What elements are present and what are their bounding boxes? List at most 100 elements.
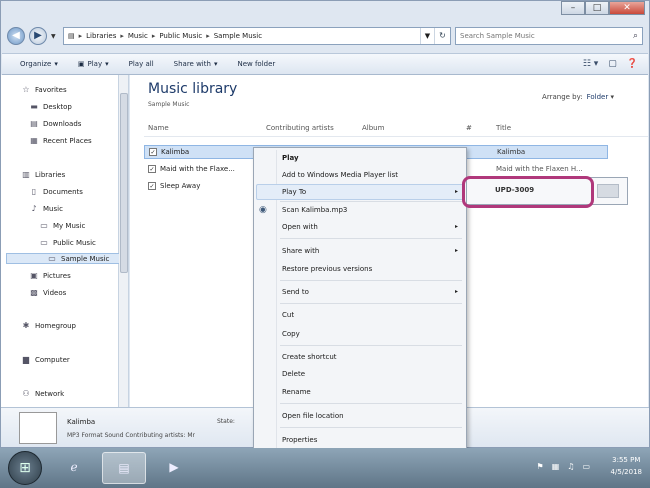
nav-recent-places[interactable]: ▦ Recent Places: [29, 136, 91, 145]
menu-item-rename[interactable]: Rename: [282, 388, 311, 396]
file-checkbox[interactable]: ✓: [149, 148, 157, 156]
menu-item-share-with[interactable]: Share with: [282, 247, 319, 255]
column-album[interactable]: Album: [362, 124, 384, 132]
ie-icon[interactable]: ℯ: [52, 452, 96, 484]
nav-homegroup[interactable]: ✱ Homegroup: [21, 321, 76, 330]
tray-network-icon[interactable]: ▦: [552, 462, 560, 471]
recent-pages-dropdown[interactable]: ▼: [51, 33, 59, 40]
nav-my-music[interactable]: ▭ My Music: [39, 221, 85, 230]
nav-label: Computer: [35, 355, 70, 364]
chevron-down-icon: ▾: [213, 60, 218, 68]
nav-music[interactable]: ♪ Music: [29, 204, 62, 213]
chevron-right-icon: ▸: [454, 188, 458, 195]
column-name[interactable]: Name: [148, 124, 169, 132]
menu-item-scan[interactable]: Scan Kalimba.mp3: [282, 206, 347, 214]
menu-item-open-with[interactable]: Open with: [282, 223, 318, 231]
library-title: Music library: [148, 81, 238, 97]
column-contributing-artists[interactable]: Contributing artists: [266, 124, 334, 132]
menu-separator: [280, 201, 462, 202]
breadcrumb-sample-music[interactable]: Sample Music: [214, 32, 262, 40]
tray-display-icon[interactable]: ▭: [582, 462, 590, 471]
play-button[interactable]: ▣ Play ▾: [78, 60, 109, 68]
file-checkbox[interactable]: ✓: [148, 165, 156, 173]
nav-network[interactable]: ⚇ Network: [21, 389, 64, 398]
nav-pictures[interactable]: ▣ Pictures: [29, 271, 71, 280]
folder-icon: ▭: [48, 254, 56, 263]
breadcrumb-libraries[interactable]: Libraries: [86, 32, 116, 40]
chevron-down-icon: ▾: [105, 60, 109, 68]
menu-item-create-shortcut[interactable]: Create shortcut: [282, 353, 337, 361]
menu-item-restore-previous[interactable]: Restore previous versions: [282, 265, 372, 273]
start-button[interactable]: ⊞: [8, 451, 42, 485]
menu-item-properties[interactable]: Properties: [282, 436, 317, 444]
refresh-icon[interactable]: ↻: [434, 28, 450, 44]
chevron-right-icon: ▸: [454, 223, 458, 230]
preview-pane-icon[interactable]: ▢: [608, 59, 617, 69]
help-icon[interactable]: ❓: [627, 59, 638, 69]
nav-public-music[interactable]: ▭ Public Music: [39, 238, 96, 247]
new-folder-button[interactable]: New folder: [237, 60, 275, 68]
chevron-down-icon: ▾: [54, 60, 58, 68]
scroll-thumb[interactable]: [120, 93, 128, 273]
nav-downloads[interactable]: ▤ Downloads: [29, 119, 81, 128]
minimize-button[interactable]: –: [561, 1, 585, 15]
menu-item-play-to[interactable]: Play To: [282, 188, 306, 196]
column-title[interactable]: Title: [496, 124, 511, 132]
nav-computer[interactable]: ▆ Computer: [21, 355, 70, 364]
menu-item-delete[interactable]: Delete: [282, 370, 305, 378]
play-all-button[interactable]: Play all: [129, 60, 154, 68]
chevron-right-icon[interactable]: ▸: [79, 32, 83, 40]
address-dropdown[interactable]: ▼: [420, 28, 434, 44]
file-title: Maid with the Flaxen H...: [496, 165, 583, 173]
organize-button[interactable]: Organize ▾: [20, 60, 58, 68]
file-title: Kalimba: [497, 148, 526, 156]
menu-item-send-to[interactable]: Send to: [282, 288, 309, 296]
organize-label: Organize: [20, 60, 52, 68]
column-number[interactable]: #: [466, 124, 472, 132]
album-art-icon: [19, 412, 57, 444]
search-box[interactable]: ⌕: [455, 27, 643, 45]
arrange-label: Arrange by:: [542, 93, 583, 101]
share-with-button[interactable]: Share with ▾: [174, 60, 218, 68]
breadcrumb-public-music[interactable]: Public Music: [159, 32, 202, 40]
nav-documents[interactable]: ▯ Documents: [29, 187, 83, 196]
back-button[interactable]: ◀: [7, 27, 25, 45]
clock-time: 3:55 PM: [612, 456, 641, 464]
nav-label: Pictures: [43, 271, 71, 280]
nav-label: Libraries: [35, 170, 66, 179]
chevron-right-icon: ▸: [454, 288, 458, 295]
menu-item-cut[interactable]: Cut: [282, 311, 294, 319]
tray-flag-icon[interactable]: ⚑: [537, 462, 544, 471]
nav-videos[interactable]: ▩ Videos: [29, 288, 66, 297]
menu-item-play[interactable]: Play: [282, 154, 299, 162]
nav-favorites[interactable]: ☆ Favorites: [21, 85, 66, 94]
menu-separator: [280, 345, 462, 346]
forward-button[interactable]: ▶: [29, 27, 47, 45]
nav-desktop[interactable]: ▬ Desktop: [29, 102, 72, 111]
close-button[interactable]: ✕: [609, 1, 645, 15]
menu-item-open-file-location[interactable]: Open file location: [282, 412, 344, 420]
tray-volume-icon[interactable]: ♫: [567, 462, 574, 471]
menu-item-copy[interactable]: Copy: [282, 330, 300, 338]
file-checkbox[interactable]: ✓: [148, 182, 156, 190]
menu-item-add-to-wmp-list[interactable]: Add to Windows Media Player list: [282, 171, 398, 179]
clock[interactable]: 3:55 PM 4/5/2018: [611, 454, 642, 478]
explorer-taskbar-icon[interactable]: ▤: [102, 452, 146, 484]
media-player-icon[interactable]: ▶: [152, 452, 196, 484]
chevron-right-icon[interactable]: ▸: [120, 32, 124, 40]
arrange-by[interactable]: Arrange by: Folder ▾: [542, 93, 614, 101]
search-input[interactable]: [460, 32, 633, 40]
maximize-button[interactable]: □: [585, 1, 609, 15]
address-bar[interactable]: ▤ ▸ Libraries ▸ Music ▸ Public Music ▸ S…: [63, 27, 451, 45]
nav-scrollbar[interactable]: [119, 75, 129, 407]
nav-sample-music[interactable]: ▭ Sample Music: [6, 253, 120, 264]
context-menu: Play Add to Windows Media Player list Pl…: [253, 147, 467, 453]
breadcrumb-music[interactable]: Music: [128, 32, 148, 40]
chevron-right-icon[interactable]: ▸: [206, 32, 210, 40]
change-view-icon[interactable]: ☷ ▾: [583, 59, 598, 69]
chevron-right-icon[interactable]: ▸: [152, 32, 156, 40]
music-icon: ♪: [31, 204, 37, 213]
command-bar: Organize ▾ ▣ Play ▾ Play all Share with ▾ Ne…: [2, 53, 648, 75]
search-icon[interactable]: ⌕: [633, 31, 638, 41]
nav-libraries[interactable]: ▥ Libraries: [21, 170, 65, 179]
